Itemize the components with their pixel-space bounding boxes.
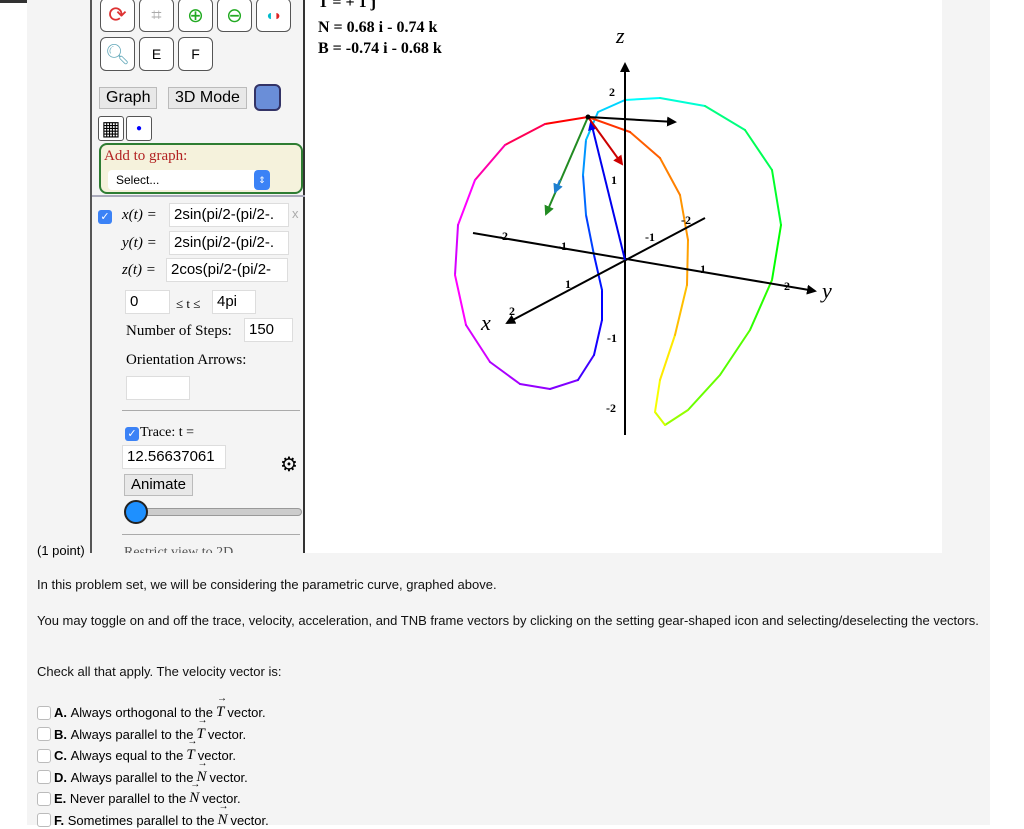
- curve-segment: [749, 279, 773, 331]
- option-text: Always orthogonal to the: [70, 705, 213, 720]
- x-tick: -1: [645, 230, 655, 244]
- vector-symbol: T: [196, 715, 207, 743]
- z-tick: -1: [607, 331, 617, 345]
- curve-segment: [744, 129, 773, 171]
- x-tick: 2: [509, 304, 515, 318]
- option-text: Sometimes parallel to the: [67, 812, 215, 828]
- curve-segment: [597, 99, 626, 113]
- curve-segment: [504, 123, 546, 146]
- z-tick: 2: [609, 85, 615, 99]
- z-tick: 1: [611, 173, 617, 187]
- option-a[interactable]: A. Always orthogonal to theTvector.: [37, 693, 266, 721]
- x-tick: 1: [565, 277, 571, 291]
- curve-segment: [654, 379, 661, 413]
- curve-segment: [519, 383, 551, 390]
- curve-segment: [686, 239, 689, 286]
- option-d[interactable]: D. Always parallel to theNvector.: [37, 758, 248, 786]
- position-vector: [588, 120, 626, 261]
- option-checkbox[interactable]: [37, 748, 51, 763]
- vector-symbol: T: [216, 693, 227, 721]
- option-b[interactable]: B. Always parallel to theTvector.: [37, 715, 247, 743]
- y-tick: -1: [557, 239, 567, 253]
- curve-segment: [654, 411, 666, 426]
- option-end: vector.: [230, 812, 269, 828]
- option-checkbox[interactable]: [37, 727, 51, 741]
- question-text: Check all that apply. The velocity vecto…: [37, 664, 282, 679]
- option-text: Always parallel to the: [70, 769, 194, 785]
- x-axis: [505, 217, 706, 324]
- option-checkbox[interactable]: [37, 791, 51, 806]
- curve-segment: [704, 105, 746, 131]
- y-tick: 2: [784, 279, 790, 293]
- curve-segment: [544, 116, 589, 125]
- option-text: Never parallel to the: [69, 791, 187, 806]
- toggle-text: You may toggle on and off the trace, vel…: [37, 613, 979, 628]
- vector-symbol: N: [217, 801, 228, 829]
- curve-segment: [771, 224, 782, 281]
- option-letter: C.: [54, 748, 67, 763]
- option-text: Always parallel to the: [70, 726, 194, 742]
- curve-segment: [489, 361, 521, 385]
- curve-segment: [674, 284, 688, 336]
- option-checkbox[interactable]: [37, 770, 51, 784]
- x-tick: -2: [681, 213, 691, 227]
- points-label: (1 point): [37, 543, 85, 558]
- vector-symbol: T: [186, 736, 197, 764]
- vector-symbol: N: [189, 779, 200, 807]
- option-end: vector.: [209, 769, 248, 785]
- option-end: vector.: [227, 705, 266, 720]
- trace-point: [585, 114, 591, 120]
- curve-segment: [577, 354, 595, 381]
- curve-segment: [474, 144, 506, 181]
- option-checkbox[interactable]: [37, 705, 51, 720]
- curve-segment: [771, 169, 782, 226]
- curve-segment: [454, 274, 467, 326]
- curve-segment: [585, 214, 595, 256]
- parametric-curve: [454, 97, 782, 426]
- binormal-vector: [544, 116, 589, 216]
- curve-segment: [659, 157, 681, 196]
- y-axis-label: y: [820, 278, 832, 303]
- z-axis-label: z: [615, 23, 625, 48]
- option-letter: D.: [54, 769, 67, 785]
- z-tick: -2: [606, 401, 616, 415]
- curve-segment: [659, 334, 676, 381]
- curve-segment: [687, 374, 721, 411]
- curve-segment: [629, 131, 661, 159]
- option-letter: A.: [54, 705, 67, 720]
- curve-segment: [582, 139, 587, 176]
- 3d-plot[interactable]: z y x 2 1 -1 -2 -2 -1 1 2 -2 -1 1 2: [0, 0, 1024, 560]
- curve-segment: [457, 179, 476, 226]
- curve-segment: [624, 97, 661, 101]
- y-tick: -2: [498, 229, 508, 243]
- option-letter: E.: [54, 791, 67, 806]
- option-text: Always equal to the: [70, 748, 184, 763]
- option-end: vector.: [207, 726, 247, 742]
- y-axis: [472, 232, 817, 295]
- curve-segment: [454, 224, 459, 276]
- intro-text: In this problem set, we will be consider…: [37, 577, 497, 592]
- option-e[interactable]: E. Never parallel to theNvector.: [37, 779, 241, 807]
- curve-segment: [549, 379, 579, 390]
- velocity-vector: [553, 179, 563, 194]
- curve-segment: [719, 329, 751, 376]
- curve-segment: [582, 174, 587, 216]
- curve-segment: [659, 97, 706, 107]
- curve-segment: [593, 319, 603, 356]
- option-f[interactable]: F. Sometimes parallel to theNvector.: [37, 801, 269, 829]
- curve-segment: [664, 409, 689, 426]
- x-axis-label: x: [480, 310, 491, 335]
- y-tick: 1: [700, 262, 706, 276]
- option-letter: F.: [54, 812, 65, 828]
- option-letter: B.: [54, 726, 67, 742]
